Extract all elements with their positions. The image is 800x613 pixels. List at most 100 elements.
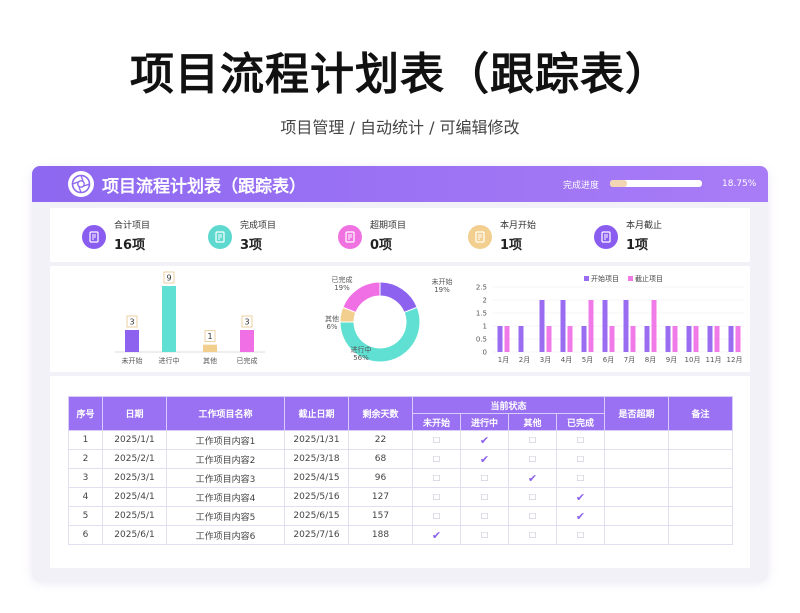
checkbox-icon[interactable]: □ [433, 492, 441, 501]
monthly-bar [644, 326, 650, 352]
progress-bar-fill [610, 180, 628, 187]
stat-value: 16项 [114, 238, 146, 253]
checkmark-icon[interactable]: ✔ [480, 434, 489, 447]
cell-note [668, 430, 734, 450]
checkbox-icon[interactable]: □ [529, 492, 537, 501]
header-status-other: 其他 [508, 413, 557, 431]
legend-label: 开始项目 [591, 274, 619, 283]
checkbox-icon[interactable]: □ [577, 473, 585, 482]
stat-label: 合计项目 [114, 221, 151, 231]
camera-shutter-icon [68, 171, 94, 197]
donut-percent: 19% [334, 284, 350, 292]
monthly-bar [567, 326, 573, 352]
cell-overdue [604, 525, 670, 545]
cell-status: □ [412, 487, 461, 507]
cell-note [668, 487, 734, 507]
y-tick-label: 2.5 [476, 284, 487, 292]
cell-status: □ [460, 487, 509, 507]
cell-status: □ [555, 449, 606, 469]
checkbox-icon[interactable]: □ [433, 435, 441, 444]
checkbox-icon[interactable]: □ [529, 530, 537, 539]
monthly-bar [714, 326, 720, 352]
checkbox-icon[interactable]: □ [529, 511, 537, 520]
dashboard-card: 项目流程计划表（跟踪表） 完成进度 18.75% 合计项目 16项 完成项目 3… [32, 166, 768, 581]
cell-status: □ [508, 449, 557, 469]
cell-overdue [604, 449, 670, 469]
cell-overdue [604, 487, 670, 507]
header-seq: 序号 [68, 396, 103, 431]
checkbox-icon[interactable]: □ [577, 454, 585, 463]
cell-note [668, 449, 734, 469]
month-label: 4月 [561, 356, 572, 364]
progress-bar [610, 180, 702, 187]
status-bar-value: 9 [166, 274, 171, 283]
stat-label: 本月开始 [500, 221, 537, 231]
checkbox-icon[interactable]: □ [577, 435, 585, 444]
cell-status: ✔ [460, 430, 509, 450]
table-row: 4 2025/4/1 工作项目内容4 2025/5/16 127 □ □ □ ✔ [68, 487, 734, 507]
checkbox-icon[interactable]: □ [481, 530, 489, 539]
monthly-bar [693, 326, 699, 352]
cell-remaining: 68 [348, 449, 413, 469]
cell-seq: 1 [68, 430, 103, 450]
cell-seq: 5 [68, 506, 103, 526]
monthly-bar [728, 326, 734, 352]
checkmark-icon[interactable]: ✔ [528, 472, 537, 485]
monthly-bar [651, 300, 657, 352]
checkbox-icon[interactable]: □ [481, 511, 489, 520]
y-tick-label: 1 [483, 323, 487, 331]
checkbox-icon[interactable]: □ [433, 511, 441, 520]
checkbox-icon[interactable]: □ [577, 530, 585, 539]
checkmark-icon[interactable]: ✔ [576, 510, 585, 523]
header-overdue: 是否超期 [604, 396, 670, 431]
donut-percent: 56% [353, 354, 369, 362]
legend-swatch [584, 276, 589, 281]
legend-swatch [628, 276, 633, 281]
cell-status: ✔ [555, 487, 606, 507]
checkbox-icon[interactable]: □ [529, 435, 537, 444]
checkbox-icon[interactable]: □ [433, 454, 441, 463]
donut-percent: 6% [326, 323, 337, 331]
charts-panel: 3 未开始 9 进行中 1 其他 3 已完成 未开始 19% 进行中 56% 其他 6% 已完成 19% 0 0.… [50, 266, 750, 372]
cell-remaining: 127 [348, 487, 413, 507]
donut-label: 已完成 [332, 275, 353, 284]
cell-status: □ [555, 468, 606, 488]
cell-note [668, 468, 734, 488]
cell-name: 工作项目内容6 [166, 525, 285, 545]
status-bar-value: 3 [244, 318, 249, 327]
stat-total: 合计项目 16项 [82, 216, 202, 256]
checkmark-icon[interactable]: ✔ [576, 491, 585, 504]
cell-note [668, 506, 734, 526]
header-deadline: 截止日期 [284, 396, 349, 431]
cell-name: 工作项目内容4 [166, 487, 285, 507]
table-panel: 序号 日期 工作项目名称 截止日期 剩余天数 当前状态 是否超期 备注 未开始 … [50, 376, 750, 568]
status-bar-category: 进行中 [159, 356, 180, 365]
month-label: 2月 [519, 356, 530, 364]
cell-status: □ [460, 525, 509, 545]
checkbox-icon[interactable]: □ [481, 492, 489, 501]
stat-label: 超期项目 [370, 221, 407, 231]
monthly-bar [518, 326, 524, 352]
cell-status: □ [412, 468, 461, 488]
checkmark-icon[interactable]: ✔ [432, 529, 441, 542]
donut-label: 进行中 [351, 345, 372, 354]
cell-status: □ [508, 487, 557, 507]
checkmark-icon[interactable]: ✔ [480, 453, 489, 466]
status-bar [162, 286, 176, 352]
monthly-bar [672, 326, 678, 352]
checkbox-icon[interactable]: □ [433, 473, 441, 482]
monthly-bar [588, 300, 594, 352]
stat-label: 完成项目 [240, 221, 277, 231]
page-title: 项目流程计划表（跟踪表） [130, 49, 670, 100]
monthly-bar [630, 326, 636, 352]
cell-seq: 4 [68, 487, 103, 507]
month-label: 9月 [666, 356, 677, 364]
monthly-bar [735, 326, 741, 352]
checkbox-icon[interactable]: □ [481, 473, 489, 482]
cell-status: ✔ [555, 506, 606, 526]
cell-name: 工作项目内容1 [166, 430, 285, 450]
checkbox-icon[interactable]: □ [529, 454, 537, 463]
cell-remaining: 22 [348, 430, 413, 450]
cell-status: □ [508, 525, 557, 545]
header-status-done: 已完成 [555, 413, 606, 431]
